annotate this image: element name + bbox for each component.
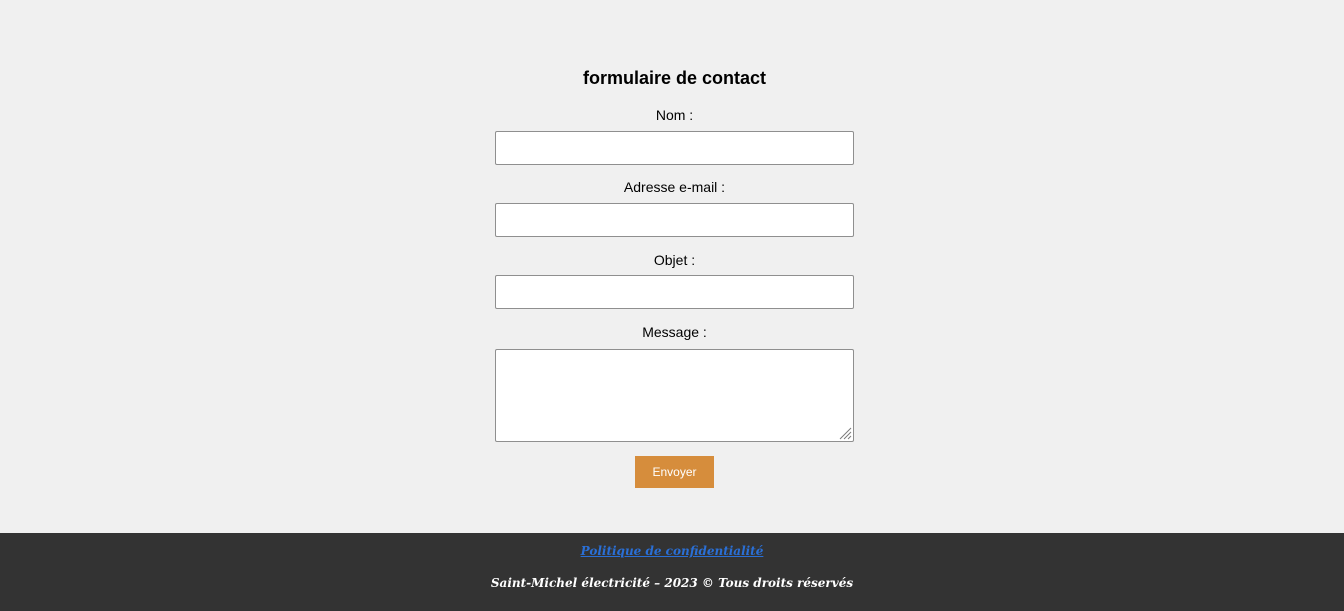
- resize-grip-icon[interactable]: [838, 426, 852, 440]
- footer: Politique de confidentialité Saint-Miche…: [0, 533, 1344, 611]
- subject-label: Objet :: [653, 252, 696, 268]
- contact-form-section: formulaire de contact Nom : Adresse e-ma…: [0, 0, 1344, 533]
- submit-button[interactable]: Envoyer: [635, 456, 714, 488]
- copyright-text: Saint-Michel électricité – 2023 © Tous d…: [490, 576, 854, 590]
- name-input[interactable]: [495, 131, 854, 165]
- message-label: Message :: [642, 324, 707, 340]
- page: formulaire de contact Nom : Adresse e-ma…: [0, 0, 1344, 611]
- privacy-link-container: Politique de confidentialité: [0, 542, 1344, 560]
- subject-input[interactable]: [495, 275, 854, 309]
- email-input[interactable]: [495, 203, 854, 237]
- form-title: formulaire de contact: [582, 68, 767, 88]
- name-label: Nom :: [655, 107, 694, 123]
- message-textarea[interactable]: [495, 349, 854, 442]
- email-label: Adresse e-mail :: [623, 179, 726, 195]
- privacy-policy-link[interactable]: Politique de confidentialité: [581, 544, 764, 558]
